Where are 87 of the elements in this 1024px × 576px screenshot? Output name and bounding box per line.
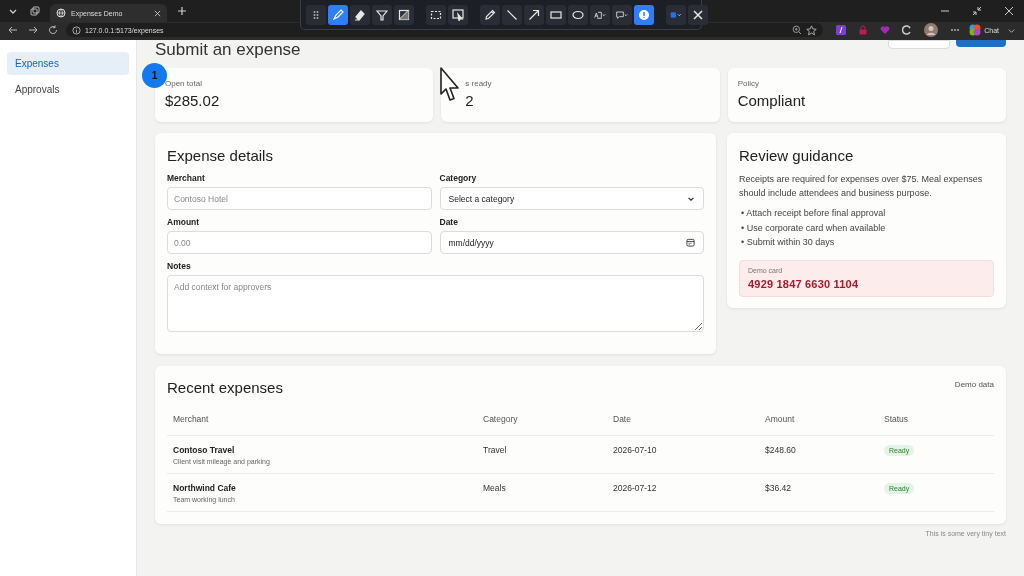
tool-button[interactable] <box>350 4 370 25</box>
stat-value: $285.02 <box>165 92 221 109</box>
back-icon[interactable] <box>8 25 18 35</box>
new-tab-icon[interactable] <box>177 6 187 16</box>
window-icon <box>452 8 464 21</box>
tool-button[interactable] <box>634 4 654 25</box>
sidebar-item[interactable]: Approvals <box>7 78 129 101</box>
selection-icon <box>430 8 442 21</box>
forward-icon[interactable] <box>28 25 38 35</box>
tool-button[interactable] <box>546 4 566 25</box>
card-title: Expense details <box>167 147 274 164</box>
tool-button[interactable] <box>394 4 414 25</box>
field-label: Date <box>439 217 459 227</box>
speech-bubble-icon <box>616 8 628 21</box>
card-number: 4929 1847 6630 1104 <box>748 277 860 290</box>
lock-icon[interactable] <box>858 25 869 35</box>
guidance-text: Receipts are required for expenses over $75. Meal expenses should include attendees and business purpose. <box>739 173 984 200</box>
info-icon[interactable] <box>72 25 81 35</box>
guidance-bullet: • Attach receipt before final approval <box>741 207 886 220</box>
ellipse-icon <box>572 8 584 21</box>
tool-button[interactable] <box>448 4 468 25</box>
page-title: Submit an expense <box>155 40 301 60</box>
tool-button[interactable] <box>306 4 326 25</box>
guidance-bullet: • Use corporate card when available <box>741 221 886 235</box>
column-header: Status <box>884 414 910 424</box>
input-field[interactable]: 0.00 <box>167 231 432 254</box>
input-field[interactable]: Contoso Hotel <box>167 187 432 210</box>
avatar-icon[interactable] <box>924 23 939 37</box>
star-icon[interactable] <box>806 24 818 36</box>
restore-icon[interactable] <box>972 6 982 16</box>
workspaces-icon[interactable] <box>30 6 40 16</box>
tool-button[interactable] <box>590 4 610 25</box>
tool-button[interactable] <box>426 4 446 25</box>
close-icon[interactable] <box>1004 6 1014 16</box>
pencil-icon <box>484 8 496 21</box>
guidance-bullet: • Submit within 30 days <box>741 236 835 249</box>
table-cell-text: Travel <box>483 445 508 455</box>
line-icon <box>506 8 518 21</box>
copilot-icon <box>969 24 982 36</box>
stat-value: Compliant <box>737 92 807 109</box>
tool-button[interactable] <box>568 4 588 25</box>
stat-label: Policy <box>737 79 760 88</box>
demo-data-note: Demo data <box>954 380 994 389</box>
notes-field[interactable]: Add context for approvers <box>167 275 704 332</box>
tool-button[interactable] <box>524 4 544 25</box>
step-icon <box>638 8 650 21</box>
card-title: Recent expenses <box>167 379 283 396</box>
tool-button[interactable] <box>328 4 348 25</box>
column-header: Date <box>613 414 632 424</box>
marker-icon <box>332 8 344 21</box>
field-label: Notes <box>167 261 192 271</box>
table-cell-text: 2026-07-12 <box>613 483 658 493</box>
reload-icon[interactable] <box>48 25 58 35</box>
card-title: Review guidance <box>739 147 855 164</box>
field-label: Category <box>439 173 478 183</box>
merchant-name: Northwind Cafe <box>173 483 237 493</box>
close-icon[interactable] <box>154 9 161 17</box>
rectangle-icon <box>550 8 562 21</box>
column-header: Category <box>483 414 519 424</box>
crop-icon <box>398 8 410 21</box>
calendar-icon[interactable] <box>686 238 695 247</box>
table-cell-text: $248.60 <box>765 445 797 455</box>
field-label: Merchant <box>167 173 206 183</box>
stat-label: Open total <box>165 79 203 88</box>
close-icon <box>692 8 704 21</box>
tool-button[interactable] <box>480 4 500 25</box>
category-select[interactable]: Select a category <box>439 187 704 210</box>
table-cell-text: 2026-07-10 <box>613 445 658 455</box>
table-cell-text: $36.42 <box>765 483 792 493</box>
extension-icon[interactable] <box>836 25 847 35</box>
stat-label: s ready <box>465 79 493 88</box>
tool-button[interactable] <box>612 4 632 25</box>
zoom-icon[interactable] <box>792 25 803 35</box>
globe-icon <box>56 8 66 18</box>
column-header: Merchant <box>173 414 210 424</box>
tool-button[interactable] <box>688 4 708 25</box>
field-label: Amount <box>167 217 201 227</box>
stat-value: 2 <box>465 92 475 109</box>
date-field[interactable]: mm/dd/yyyy <box>439 231 704 254</box>
eraser-icon <box>354 8 366 21</box>
funnel-icon <box>376 8 388 21</box>
column-header: Amount <box>765 414 796 424</box>
arrow-icon <box>528 8 540 21</box>
tool-button[interactable] <box>372 4 392 25</box>
table-cell-text: Meals <box>483 483 507 493</box>
sidebar-item[interactable]: Expenses <box>7 52 129 75</box>
merchant-name: Contoso Travel <box>173 445 236 455</box>
